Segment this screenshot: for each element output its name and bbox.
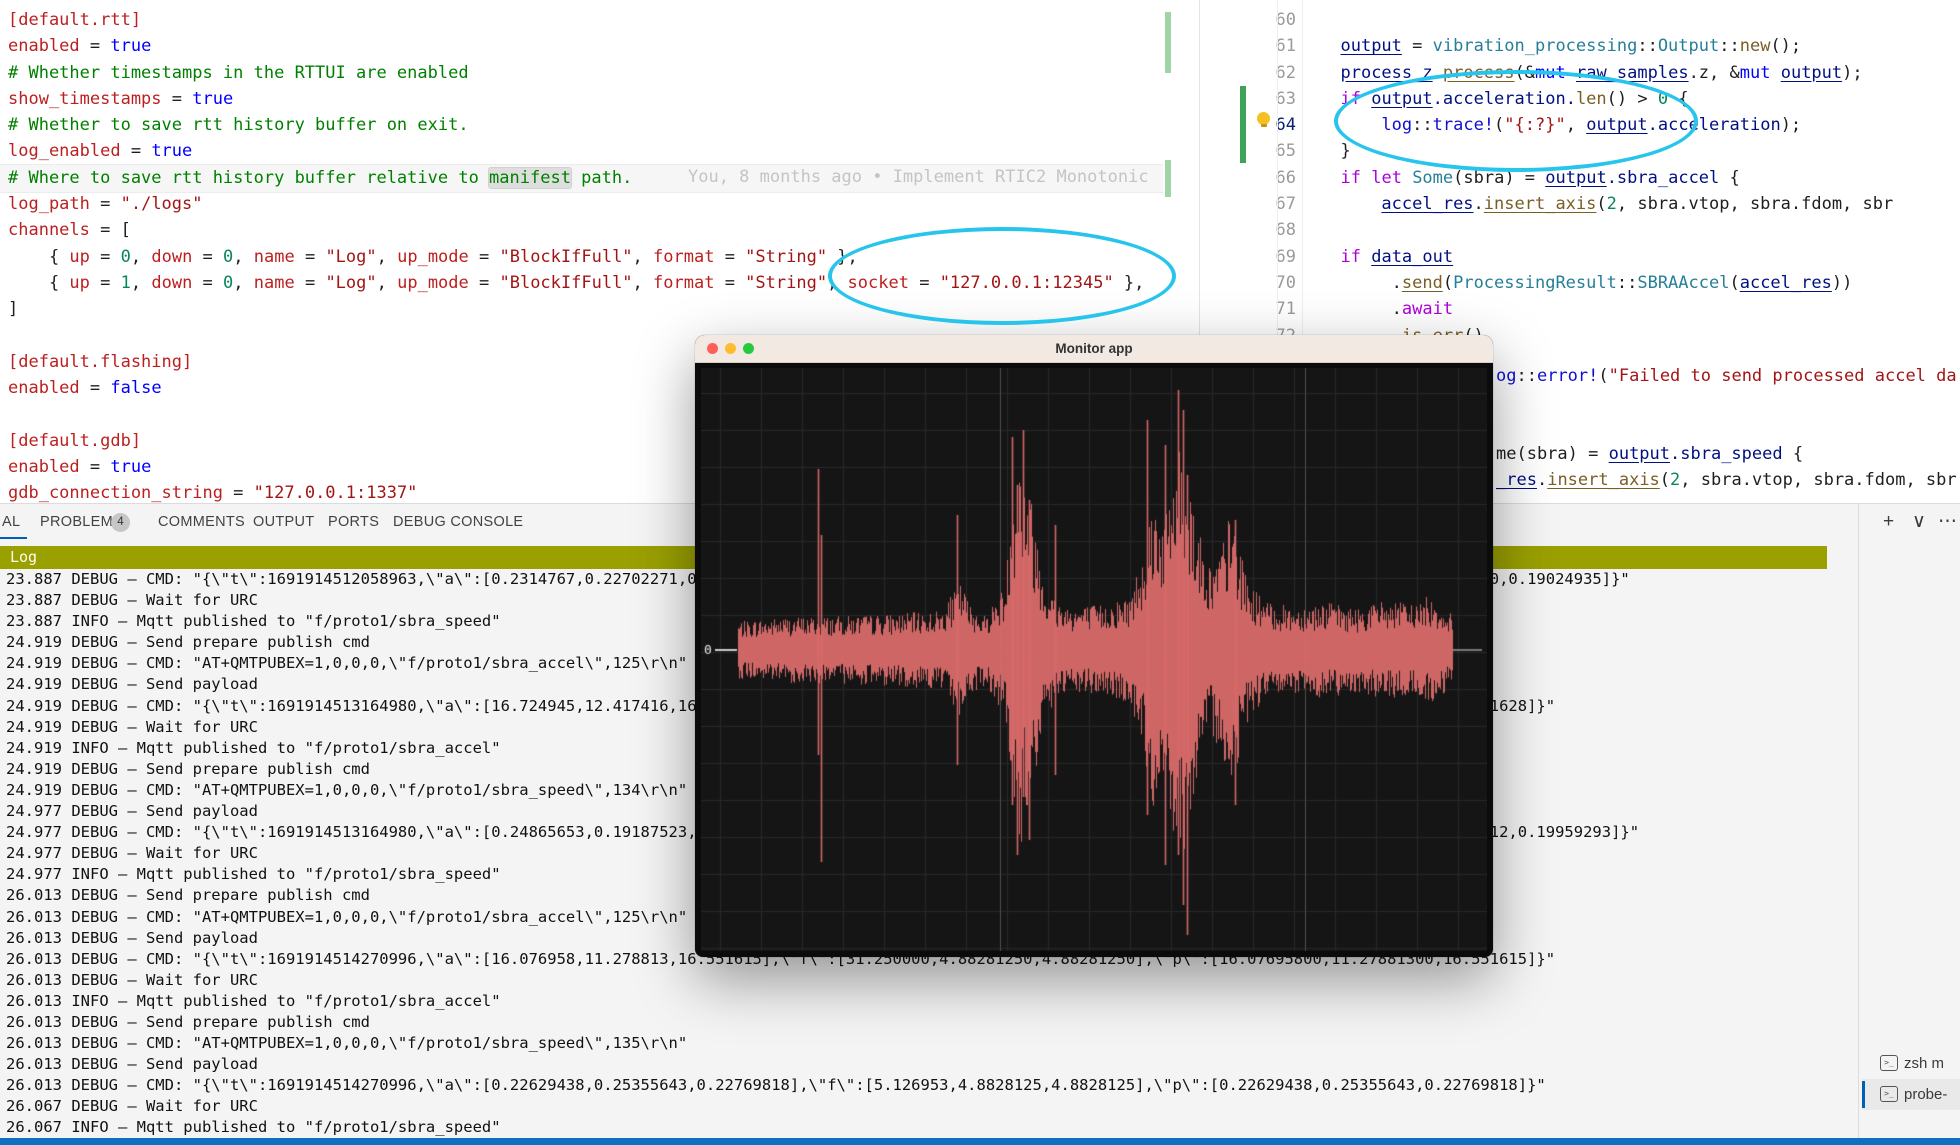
line-number: 64	[1200, 112, 1296, 138]
waveform-plot	[701, 368, 1487, 951]
line-number: 68	[1200, 217, 1296, 243]
panel-divider	[1858, 504, 1859, 1139]
tab-ports[interactable]: PORTS	[328, 504, 379, 540]
line-numbers: 60616263646566676869707172	[1200, 7, 1296, 349]
code-line: ]	[8, 296, 1144, 322]
code-line	[1320, 7, 1893, 33]
code-line: { up = 0, down = 0, name = "Log", up_mod…	[8, 244, 1144, 270]
line-number: 60	[1200, 7, 1296, 33]
lightbulb-icon[interactable]	[1256, 112, 1272, 128]
terminal-item-probe[interactable]: >_ probe-	[1862, 1079, 1960, 1110]
code-line: if let Some(sbra) = output.sbra_accel {	[1320, 165, 1893, 191]
tab-debug-console[interactable]: DEBUG CONSOLE	[393, 504, 523, 540]
new-terminal-button[interactable]: +	[1883, 506, 1894, 538]
terminal-icon: >_	[1880, 1055, 1898, 1071]
code-line: enabled = true	[8, 33, 1144, 59]
line-number: 65	[1200, 138, 1296, 164]
diff-gutter-indicator	[1165, 160, 1171, 197]
line-number: 69	[1200, 244, 1296, 270]
terminal-item-label: probe-	[1904, 1079, 1947, 1110]
code-line: _res.insert_axis(2, sbra.vtop, sbra.fdom…	[1496, 467, 1957, 493]
git-blame-annotation: You, 8 months ago • Implement RTIC2 Mono…	[688, 164, 1149, 191]
line-number: 71	[1200, 296, 1296, 322]
code-line: show_timestamps = true	[8, 86, 1144, 112]
log-row: 26.013 DEBUG – Send payload	[6, 1054, 1858, 1075]
terminal-dropdown-chevron-icon[interactable]: ∨	[1912, 506, 1926, 538]
code-line: # Whether to save rtt history buffer on …	[8, 112, 1144, 138]
code-line: [default.rtt]	[8, 7, 1144, 33]
code-line: output = vibration_processing::Output::n…	[1320, 33, 1893, 59]
line-number: 70	[1200, 270, 1296, 296]
log-channel-label: Log	[10, 548, 37, 566]
monitor-window-title: Monitor app	[695, 335, 1493, 362]
log-row: 26.013 DEBUG – CMD: "{\"t\":169191451427…	[6, 1075, 1858, 1096]
code-line: log_enabled = true	[8, 138, 1144, 164]
status-bar	[0, 1138, 1960, 1145]
selected-indicator	[1862, 1081, 1865, 1108]
line-number: 63	[1200, 86, 1296, 112]
terminal-item-zsh m[interactable]: >_ zsh m	[1862, 1048, 1960, 1079]
tab-output[interactable]: OUTPUT	[253, 504, 314, 540]
tab-al[interactable]: AL	[2, 504, 20, 540]
code-line: # Whether timestamps in the RTTUI are en…	[8, 60, 1144, 86]
active-tab-underline	[0, 537, 27, 539]
code-line: me(sbra) = output.sbra_speed {	[1496, 441, 1803, 467]
code-line: log_path = "./logs"	[8, 191, 1144, 217]
log-row: 26.013 DEBUG – Send prepare publish cmd	[6, 1012, 1858, 1033]
terminal-item-label: zsh m	[1904, 1048, 1944, 1079]
terminal-icon: >_	[1880, 1086, 1898, 1102]
log-row: 26.067 DEBUG – Wait for URC	[6, 1096, 1858, 1117]
vscode-window: [default.rtt]enabled = true# Whether tim…	[0, 0, 1960, 1145]
log-row: 26.013 DEBUG – Wait for URC	[6, 970, 1858, 991]
diff-gutter-indicator	[1240, 86, 1246, 163]
code-line: log::trace!("{:?}", output.acceleration)…	[1320, 112, 1893, 138]
code-line: .await	[1320, 296, 1893, 322]
line-number: 67	[1200, 191, 1296, 217]
code-line: process_z.process(&mut raw_samples.z, &m…	[1320, 60, 1893, 86]
problems-count-badge: 4	[111, 513, 130, 532]
line-number: 61	[1200, 33, 1296, 59]
code-line: og::error!("Failed to send processed acc…	[1496, 363, 1957, 389]
code-line: { up = 1, down = 0, name = "Log", up_mod…	[8, 270, 1144, 296]
code-line: if output.acceleration.len() > 0 {	[1320, 86, 1893, 112]
diff-gutter-indicator	[1165, 12, 1171, 73]
log-row: 26.067 INFO – Mqtt published to "f/proto…	[6, 1117, 1858, 1138]
line-number: 66	[1200, 165, 1296, 191]
log-row: 26.013 INFO – Mqtt published to "f/proto…	[6, 991, 1858, 1012]
more-actions-icon[interactable]: ⋯	[1938, 506, 1957, 538]
code-line	[1320, 217, 1893, 243]
monitor-app-window[interactable]: Monitor app	[695, 335, 1493, 957]
monitor-titlebar[interactable]: Monitor app	[695, 335, 1493, 363]
code-line: if data_out	[1320, 244, 1893, 270]
line-number: 62	[1200, 60, 1296, 86]
rust-code: output = vibration_processing::Output::n…	[1320, 7, 1893, 349]
code-line: .send(ProcessingResult::SBRAAccel(accel_…	[1320, 270, 1893, 296]
log-row: 26.013 DEBUG – CMD: "AT+QMTPUBEX=1,0,0,0…	[6, 1033, 1858, 1054]
tab-comments[interactable]: COMMENTS	[158, 504, 245, 540]
code-line: accel_res.insert_axis(2, sbra.vtop, sbra…	[1320, 191, 1893, 217]
code-line: }	[1320, 138, 1893, 164]
code-line: channels = [	[8, 217, 1144, 243]
